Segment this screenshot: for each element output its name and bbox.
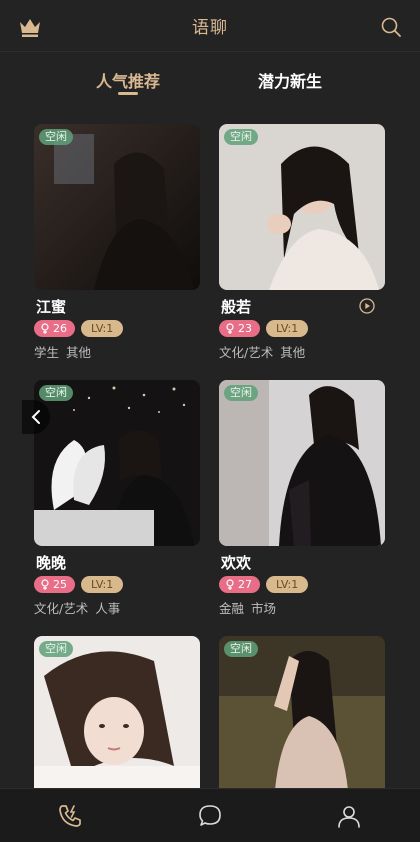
status-badge: 空闲 [39,385,73,401]
user-name: 欢欢 [221,554,252,572]
level-badge: LV:1 [81,576,124,593]
user-card[interactable]: 空闲 晚晚 25 LV:1 文化/艺术 人事 [34,380,200,616]
badge-row: 23 LV:1 [219,320,309,338]
tag: 学生 [34,345,60,360]
tab-popular[interactable]: 人气推荐 [96,68,160,92]
level-badge: LV:1 [266,320,309,337]
tag: 文化/艺术 [219,345,274,360]
app-root: 语聊 人气推荐 潜力新生 空闲 江蜜 26 LV:1 学生 其他 空闲 般若 2… [0,0,420,842]
crown-icon[interactable] [18,16,42,38]
user-card[interactable]: 空闲 般若 23 LV:1 文化/艺术 其他 [219,124,385,360]
user-card[interactable]: 空闲 欢欢 27 LV:1 金融 市场 [219,380,385,616]
status-badge: 空闲 [224,385,258,401]
tag-list: 金融 市场 [219,598,276,617]
top-header: 语聊 [0,0,420,52]
age-value: 27 [238,578,252,591]
user-name: 晚晚 [36,554,67,572]
search-icon[interactable] [380,16,402,38]
badge-row: 26 LV:1 [34,320,124,338]
status-badge: 空闲 [224,641,258,657]
user-card[interactable]: 空闲 [219,636,385,802]
tab-newcomers[interactable]: 潜力新生 [258,68,322,92]
age-badge: 25 [34,576,75,593]
status-badge: 空闲 [39,129,73,145]
user-name: 般若 [221,298,252,316]
bottom-nav-bar [0,788,420,842]
page-title: 语聊 [192,18,228,38]
user-name: 江蜜 [36,298,67,316]
user-photo[interactable]: 空闲 [219,380,385,546]
user-photo[interactable]: 空闲 [34,124,200,290]
age-value: 26 [53,322,67,335]
age-value: 23 [238,322,252,335]
user-card[interactable]: 空闲 江蜜 26 LV:1 学生 其他 [34,124,200,360]
badge-row: 25 LV:1 [34,576,124,594]
age-badge: 26 [34,320,75,337]
tag: 其他 [66,345,92,360]
user-photo[interactable]: 空闲 [34,636,200,802]
age-badge: 27 [219,576,260,593]
tag: 市场 [251,601,277,616]
user-profile-icon[interactable] [336,803,362,829]
tag-list: 文化/艺术 其他 [219,342,305,361]
user-photo[interactable]: 空闲 [219,124,385,290]
tag-list: 文化/艺术 人事 [34,598,120,617]
user-card[interactable]: 空闲 [34,636,200,802]
tag: 金融 [219,601,245,616]
female-icon [41,579,49,590]
female-icon [41,323,49,334]
status-badge: 空闲 [224,129,258,145]
chevron-left-icon [31,410,40,424]
tag: 其他 [280,345,306,360]
badge-row: 27 LV:1 [219,576,309,594]
user-photo[interactable]: 空闲 [34,380,200,546]
level-badge: LV:1 [266,576,309,593]
active-tab-indicator [118,92,138,95]
age-value: 25 [53,578,67,591]
age-badge: 23 [219,320,260,337]
tag-list: 学生 其他 [34,342,91,361]
category-tabs: 人气推荐 潜力新生 [0,52,420,102]
tag: 人事 [95,601,121,616]
status-badge: 空闲 [39,641,73,657]
phone-call-icon[interactable] [57,803,83,829]
play-voice-icon[interactable] [359,298,375,314]
user-photo[interactable]: 空闲 [219,636,385,802]
level-badge: LV:1 [81,320,124,337]
female-icon [226,323,234,334]
tag: 文化/艺术 [34,601,89,616]
female-icon [226,579,234,590]
chat-bubble-icon[interactable] [197,803,223,829]
